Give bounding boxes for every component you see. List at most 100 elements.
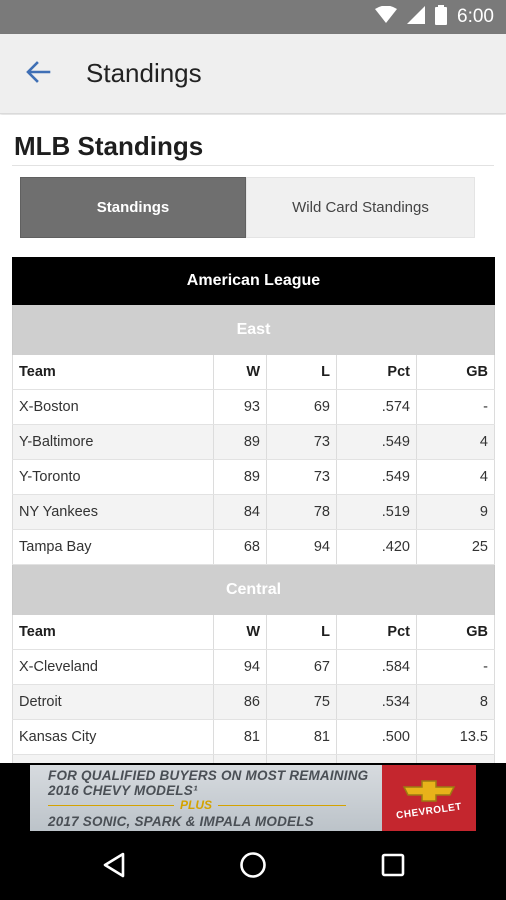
chevrolet-bowtie-icon [402,780,456,802]
games-behind: 4 [417,425,495,459]
nav-home-button[interactable] [233,849,273,885]
table-header-row: Team W L Pct GB [12,615,495,650]
app-bar: Standings [0,34,506,114]
wins: 84 [214,495,267,529]
games-behind: - [417,390,495,424]
ad-banner[interactable]: FOR QUALIFIED BUYERS ON MOST REMAINING 2… [30,765,476,831]
division-header-east: East [12,305,495,355]
table-row[interactable]: Kansas City 81 81 .500 13.5 [12,720,495,755]
nav-recents-button[interactable] [373,849,413,885]
ad-line-3: 2017 SONIC, SPARK & IMPALA MODELS [48,814,314,829]
team-name: X-Cleveland [12,650,214,684]
arrow-left-icon [25,60,51,89]
team-name: Y-Baltimore [12,425,214,459]
losses: 78 [267,495,337,529]
nav-back-button[interactable] [94,849,134,885]
team-name: Kansas City [12,720,214,754]
back-button[interactable] [20,56,56,92]
back-triangle-icon [102,852,126,883]
wifi-icon [375,5,398,29]
column-header-gb: GB [417,615,495,649]
wins: 86 [214,685,267,719]
losses: 67 [267,650,337,684]
table-row[interactable]: NY Yankees 84 78 .519 9 [12,495,495,530]
wins: 94 [214,650,267,684]
win-pct: .420 [337,530,417,564]
ad-brand-name: CHEVROLET [395,801,463,822]
division-header-central: Central [12,565,495,615]
losses: 75 [267,685,337,719]
win-pct: .549 [337,460,417,494]
losses: 69 [267,390,337,424]
league-header: American League [12,257,495,305]
ad-divider-left [48,805,174,806]
games-behind: 8 [417,685,495,719]
team-name: Y-Toronto [12,460,214,494]
ad-plus: PLUS [180,798,213,812]
win-pct: .500 [337,720,417,754]
tab-standings[interactable]: Standings [20,177,246,238]
wins: 89 [214,425,267,459]
losses [267,755,337,763]
column-header-l: L [267,355,337,389]
win-pct: .549 [337,425,417,459]
win-pct: .534 [337,685,417,719]
table-row[interactable]: Tampa Bay 68 94 .420 25 [12,530,495,565]
wins [214,755,267,763]
status-bar: 6:00 [0,0,506,34]
column-header-w: W [214,355,267,389]
system-nav-bar [0,835,506,900]
win-pct [337,755,417,763]
app-bar-title: Standings [86,58,202,88]
column-header-w: W [214,615,267,649]
ad-divider-right [218,805,346,806]
home-circle-icon [239,851,267,884]
table-row[interactable] [12,755,495,763]
signal-icon [407,5,426,29]
wins: 89 [214,460,267,494]
table-row[interactable]: Y-Toronto 89 73 .549 4 [12,460,495,495]
games-behind: 13.5 [417,720,495,754]
ad-line-2: 2016 CHEVY MODELS¹ [48,783,198,798]
table-header-row: Team W L Pct GB [12,355,495,390]
ad-brand-panel: CHEVROLET [382,765,476,831]
team-name: Detroit [12,685,214,719]
team-name [12,755,214,763]
status-time: 6:00 [457,6,494,27]
page-title: MLB Standings [14,131,204,161]
team-name: X-Boston [12,390,214,424]
table-row[interactable]: Detroit 86 75 .534 8 [12,685,495,720]
battery-icon [435,4,448,30]
tab-wild-card-standings[interactable]: Wild Card Standings [246,177,475,238]
team-name: NY Yankees [12,495,214,529]
column-header-gb: GB [417,355,495,389]
table-row[interactable]: X-Boston 93 69 .574 - [12,390,495,425]
losses: 81 [267,720,337,754]
games-behind [417,755,495,763]
losses: 73 [267,460,337,494]
column-header-l: L [267,615,337,649]
wins: 68 [214,530,267,564]
losses: 94 [267,530,337,564]
column-header-pct: Pct [337,615,417,649]
games-behind: 4 [417,460,495,494]
table-row[interactable]: X-Cleveland 94 67 .584 - [12,650,495,685]
title-divider [12,165,494,166]
win-pct: .519 [337,495,417,529]
ad-area: FOR QUALIFIED BUYERS ON MOST REMAINING 2… [0,763,506,835]
column-header-pct: Pct [337,355,417,389]
recents-square-icon [381,853,405,882]
wins: 81 [214,720,267,754]
column-header-team: Team [12,615,214,649]
win-pct: .574 [337,390,417,424]
losses: 73 [267,425,337,459]
games-behind: 9 [417,495,495,529]
status-icons: 6:00 [375,4,494,30]
column-header-team: Team [12,355,214,389]
table-row[interactable]: Y-Baltimore 89 73 .549 4 [12,425,495,460]
wins: 93 [214,390,267,424]
ad-line-1: FOR QUALIFIED BUYERS ON MOST REMAINING [48,768,369,783]
games-behind: 25 [417,530,495,564]
games-behind: - [417,650,495,684]
content-area[interactable]: MLB Standings Standings Wild Card Standi… [0,115,506,763]
